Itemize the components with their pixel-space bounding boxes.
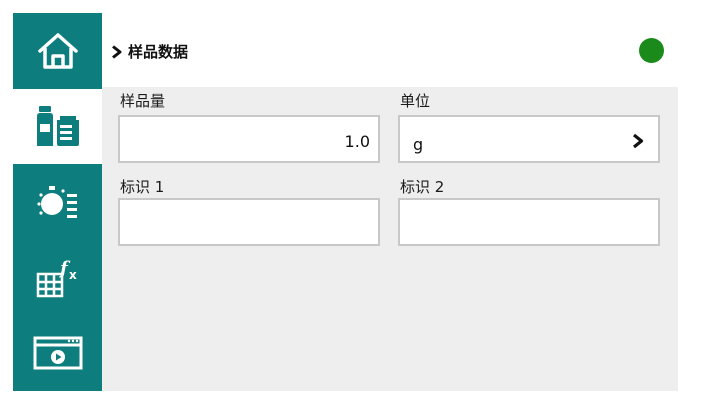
page-title: 样品数据 bbox=[128, 43, 189, 61]
sample-amount-label: 样品量 bbox=[120, 92, 166, 110]
id2-label: 标识 2 bbox=[400, 178, 445, 196]
header: 样品数据 bbox=[102, 13, 678, 87]
sidebar-item-results[interactable]: f x bbox=[13, 240, 102, 316]
media-window-icon bbox=[32, 334, 84, 372]
content-area: 样品量 1.0 单位 g 标识 1 标识 2 bbox=[102, 87, 678, 391]
sample-amount-value: 1.0 bbox=[344, 132, 370, 151]
unit-select[interactable]: g bbox=[398, 115, 660, 163]
sidebar: f x bbox=[13, 13, 102, 391]
sidebar-item-method[interactable] bbox=[13, 164, 102, 240]
sample-amount-field[interactable]: 1.0 bbox=[118, 115, 380, 163]
timer-settings-icon bbox=[34, 180, 82, 224]
sidebar-item-sample[interactable] bbox=[13, 88, 102, 165]
id2-field[interactable] bbox=[398, 198, 660, 246]
svg-text:x: x bbox=[69, 268, 77, 282]
status-indicator bbox=[639, 38, 664, 63]
main-panel: 样品数据 样品量 1.0 单位 g 标识 1 标识 2 bbox=[102, 13, 678, 391]
chevron-right-icon[interactable] bbox=[111, 44, 123, 63]
chevron-right-icon bbox=[632, 133, 644, 153]
unit-label: 单位 bbox=[400, 92, 431, 110]
sidebar-item-media[interactable] bbox=[13, 315, 102, 391]
id1-field[interactable] bbox=[118, 198, 380, 246]
sample-bottles-icon bbox=[33, 104, 83, 148]
table-function-icon: f x bbox=[34, 256, 82, 300]
sidebar-item-home[interactable] bbox=[13, 13, 102, 89]
home-icon bbox=[36, 31, 80, 71]
id1-label: 标识 1 bbox=[120, 178, 165, 196]
unit-value: g bbox=[413, 135, 424, 154]
